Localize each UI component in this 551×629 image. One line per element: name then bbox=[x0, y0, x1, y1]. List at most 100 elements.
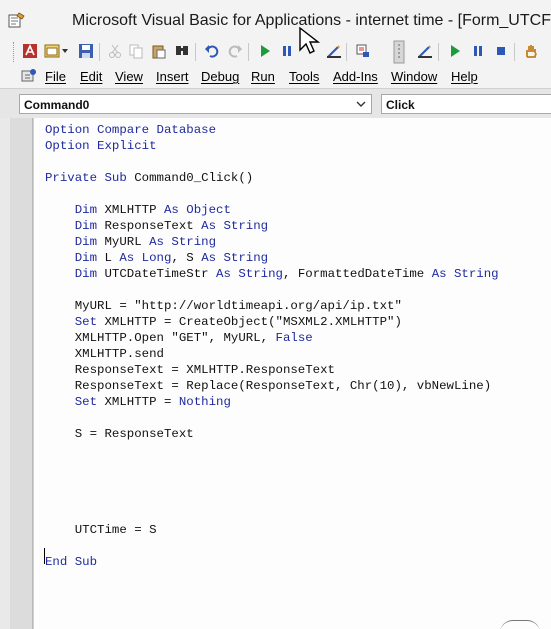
code-line[interactable]: Private Sub Command0_Click() bbox=[45, 170, 499, 186]
chevron-down-icon[interactable] bbox=[60, 42, 70, 60]
code-keyword: Dim bbox=[74, 235, 105, 249]
break-icon[interactable] bbox=[278, 42, 296, 60]
run-icon-2[interactable] bbox=[446, 42, 464, 60]
code-line[interactable]: Option Compare Database bbox=[45, 122, 499, 138]
run-icon[interactable] bbox=[256, 42, 274, 60]
code-line[interactable]: ResponseText = Replace(ResponseText, Chr… bbox=[45, 378, 499, 394]
code-keyword: End Sub bbox=[45, 555, 98, 569]
undo-icon[interactable] bbox=[203, 42, 221, 60]
reset-icon[interactable] bbox=[492, 42, 510, 60]
code-keyword: Dim bbox=[74, 219, 105, 233]
project-explorer-icon[interactable] bbox=[354, 42, 372, 60]
code-line[interactable]: XMLHTTP.Open "GET", MyURL, False bbox=[45, 330, 499, 346]
menu-run[interactable]: Run bbox=[251, 69, 275, 84]
design-mode-icon-2[interactable] bbox=[416, 42, 434, 60]
vba-app-icon[interactable] bbox=[8, 12, 26, 30]
cut-icon[interactable] bbox=[106, 42, 124, 60]
code-line[interactable]: Dim XMLHTTP As Object bbox=[45, 202, 499, 218]
menu-insert[interactable]: Insert bbox=[156, 69, 189, 84]
code-window: Option Compare Database Option Explicit P… bbox=[0, 118, 551, 629]
code-line[interactable]: Set XMLHTTP = Nothing bbox=[45, 394, 499, 410]
code-line[interactable] bbox=[45, 154, 499, 170]
margin-indicator-bar[interactable] bbox=[10, 118, 33, 629]
code-line[interactable]: XMLHTTP.send bbox=[45, 346, 499, 362]
code-line[interactable]: Dim L As Long, S As String bbox=[45, 250, 499, 266]
toolbar-options-icon[interactable] bbox=[20, 67, 38, 85]
code-line[interactable]: S = ResponseText bbox=[45, 426, 499, 442]
code-keyword: As String bbox=[216, 267, 283, 281]
code-line[interactable] bbox=[45, 490, 499, 506]
copy-icon[interactable] bbox=[127, 42, 145, 60]
code-line[interactable]: Dim ResponseText As String bbox=[45, 218, 499, 234]
code-token: MyURL bbox=[104, 235, 150, 249]
standard-toolbar bbox=[0, 40, 551, 64]
code-text[interactable]: Option Compare Database Option Explicit P… bbox=[45, 122, 499, 570]
paste-icon[interactable] bbox=[150, 42, 168, 60]
toolbar-grip[interactable] bbox=[13, 42, 16, 62]
code-token: XMLHTTP = bbox=[104, 395, 179, 409]
redo-icon[interactable] bbox=[226, 42, 244, 60]
object-dropdown[interactable]: Command0 bbox=[19, 94, 372, 114]
code-editor[interactable]: Option Compare Database Option Explicit P… bbox=[33, 118, 551, 629]
code-line[interactable]: Set XMLHTTP = CreateObject("MSXML2.XMLHT… bbox=[45, 314, 499, 330]
menu-file[interactable]: File bbox=[45, 69, 66, 84]
menu-tools[interactable]: Tools bbox=[289, 69, 319, 84]
code-line[interactable] bbox=[45, 506, 499, 522]
code-line[interactable] bbox=[45, 538, 499, 554]
find-icon[interactable] bbox=[173, 42, 191, 60]
code-token: ResponseText = Replace(ResponseText, Chr… bbox=[45, 379, 492, 393]
code-keyword: Dim bbox=[74, 203, 105, 217]
code-line[interactable]: Dim MyURL As String bbox=[45, 234, 499, 250]
code-line[interactable]: ResponseText = XMLHTTP.ResponseText bbox=[45, 362, 499, 378]
hand-icon[interactable] bbox=[522, 42, 540, 60]
menu-window[interactable]: Window bbox=[391, 69, 437, 84]
code-line[interactable] bbox=[45, 282, 499, 298]
code-line[interactable]: UTCTime = S bbox=[45, 522, 499, 538]
code-line[interactable]: MyURL = "http://worldtimeapi.org/api/ip.… bbox=[45, 298, 499, 314]
code-keyword: Set bbox=[74, 315, 105, 329]
code-line[interactable] bbox=[45, 458, 499, 474]
menu-add-ins[interactable]: Add-Ins bbox=[333, 69, 378, 84]
code-keyword: As String bbox=[201, 219, 269, 233]
toolbar-options-grip[interactable] bbox=[392, 40, 406, 64]
chevron-down-icon[interactable] bbox=[353, 95, 369, 113]
code-keyword: As String bbox=[201, 251, 269, 265]
code-window-header: Command0 Click bbox=[0, 88, 551, 119]
object-dropdown-value: Command0 bbox=[24, 98, 90, 112]
access-icon[interactable] bbox=[21, 42, 39, 60]
break-icon-2[interactable] bbox=[469, 42, 487, 60]
code-token: XMLHTTP = CreateObject("MSXML2.XMLHTTP") bbox=[104, 315, 402, 329]
code-token: , FormattedDateTime bbox=[282, 267, 432, 281]
menu-edit[interactable]: Edit bbox=[80, 69, 102, 84]
menu-help[interactable]: Help bbox=[451, 69, 478, 84]
code-keyword: Nothing bbox=[178, 395, 231, 409]
code-line[interactable]: End Sub bbox=[45, 554, 499, 570]
code-keyword: Private Sub bbox=[45, 171, 135, 185]
code-line[interactable]: Dim UTCDateTimeStr As String, FormattedD… bbox=[45, 266, 499, 282]
insert-userform-icon[interactable] bbox=[43, 42, 61, 60]
code-token: , S bbox=[171, 251, 202, 265]
code-line[interactable] bbox=[45, 474, 499, 490]
code-token: ResponseText bbox=[104, 219, 202, 233]
code-line[interactable] bbox=[45, 442, 499, 458]
code-token: Command0_Click() bbox=[134, 171, 254, 185]
code-line[interactable]: Option Explicit bbox=[45, 138, 499, 154]
code-line[interactable] bbox=[45, 410, 499, 426]
menu-debug[interactable]: Debug bbox=[201, 69, 239, 84]
menu-view[interactable]: View bbox=[115, 69, 143, 84]
vba-editor-window: Microsoft Visual Basic for Applications … bbox=[0, 0, 551, 629]
code-token: UTCDateTimeStr bbox=[104, 267, 217, 281]
design-mode-icon[interactable] bbox=[325, 42, 343, 60]
save-icon[interactable] bbox=[77, 42, 95, 60]
title-bar[interactable]: Microsoft Visual Basic for Applications … bbox=[0, 0, 551, 40]
procedure-dropdown[interactable]: Click bbox=[381, 94, 551, 114]
toolbar-separator bbox=[346, 43, 347, 61]
code-line[interactable] bbox=[45, 186, 499, 202]
code-keyword: As Long bbox=[119, 251, 172, 265]
code-keyword: As Object bbox=[164, 203, 231, 217]
